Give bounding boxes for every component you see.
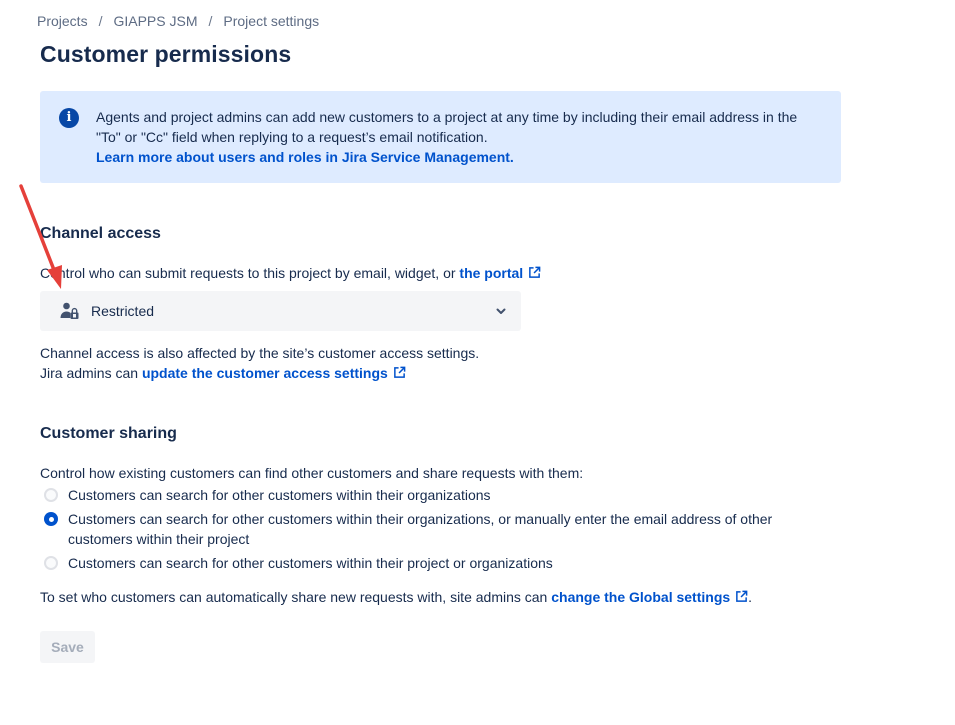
breadcrumb-separator: / — [98, 13, 103, 29]
channel-access-description-text: Control who can submit requests to this … — [40, 265, 460, 281]
breadcrumb-projects[interactable]: Projects — [37, 13, 88, 29]
channel-access-note-line2: Jira admins can update the customer acce… — [40, 363, 406, 383]
channel-access-select[interactable]: Restricted — [40, 291, 521, 331]
customer-sharing-footer: To set who customers can automatically s… — [40, 587, 752, 607]
sharing-option-organizations-or-email[interactable]: Customers can search for other customers… — [44, 509, 798, 549]
channel-access-note-line1: Channel access is also affected by the s… — [40, 345, 480, 361]
info-text-line2: "To" or "Cc" field when replying to a re… — [96, 129, 488, 145]
user-lock-icon — [60, 302, 79, 319]
customer-sharing-footer-prefix: To set who customers can automatically s… — [40, 589, 552, 605]
customer-sharing-description: Control how existing customers can find … — [40, 465, 584, 481]
info-icon: i — [59, 108, 79, 128]
learn-more-link[interactable]: Learn more about users and roles in Jira… — [96, 147, 801, 167]
sharing-option-label: Customers can search for other customers… — [68, 511, 773, 547]
channel-access-select-value: Restricted — [91, 303, 155, 319]
update-customer-access-link[interactable]: update the customer access settings — [142, 365, 406, 381]
external-link-icon — [736, 590, 748, 602]
customer-sharing-heading: Customer sharing — [40, 425, 177, 442]
sharing-option-project-or-organizations[interactable]: Customers can search for other customers… — [44, 553, 798, 573]
external-link-icon — [393, 366, 406, 378]
change-global-settings-label: change the Global settings — [551, 589, 731, 605]
page-title: Customer permissions — [40, 41, 292, 67]
customer-sharing-footer-suffix: . — [748, 589, 753, 605]
sharing-option-label: Customers can search for other customers… — [68, 487, 491, 503]
channel-access-heading: Channel access — [40, 225, 161, 242]
portal-link-label: the portal — [459, 265, 524, 281]
portal-link[interactable]: the portal — [459, 265, 541, 281]
radio-button[interactable] — [44, 556, 58, 570]
external-link-icon — [529, 266, 541, 278]
breadcrumb-project[interactable]: GIAPPS JSM — [113, 13, 197, 29]
info-panel: i Agents and project admins can add new … — [40, 91, 841, 183]
info-text-line1: Agents and project admins can add new cu… — [96, 109, 798, 125]
change-global-settings-link[interactable]: change the Global settings — [551, 589, 748, 605]
chevron-down-icon — [496, 308, 506, 314]
save-button[interactable]: Save — [40, 631, 95, 663]
sharing-option-organizations[interactable]: Customers can search for other customers… — [44, 485, 798, 505]
channel-access-description: Control who can submit requests to this … — [40, 263, 541, 283]
radio-button[interactable] — [44, 488, 58, 502]
radio-button-selected[interactable] — [44, 512, 58, 526]
breadcrumb-separator: / — [208, 13, 213, 29]
sharing-option-label: Customers can search for other customers… — [68, 555, 553, 571]
update-customer-access-label: update the customer access settings — [141, 365, 388, 381]
breadcrumb: Projects / GIAPPS JSM / Project settings — [37, 13, 319, 29]
channel-access-note-prefix: Jira admins can — [40, 365, 142, 381]
breadcrumb-project-settings[interactable]: Project settings — [223, 13, 319, 29]
